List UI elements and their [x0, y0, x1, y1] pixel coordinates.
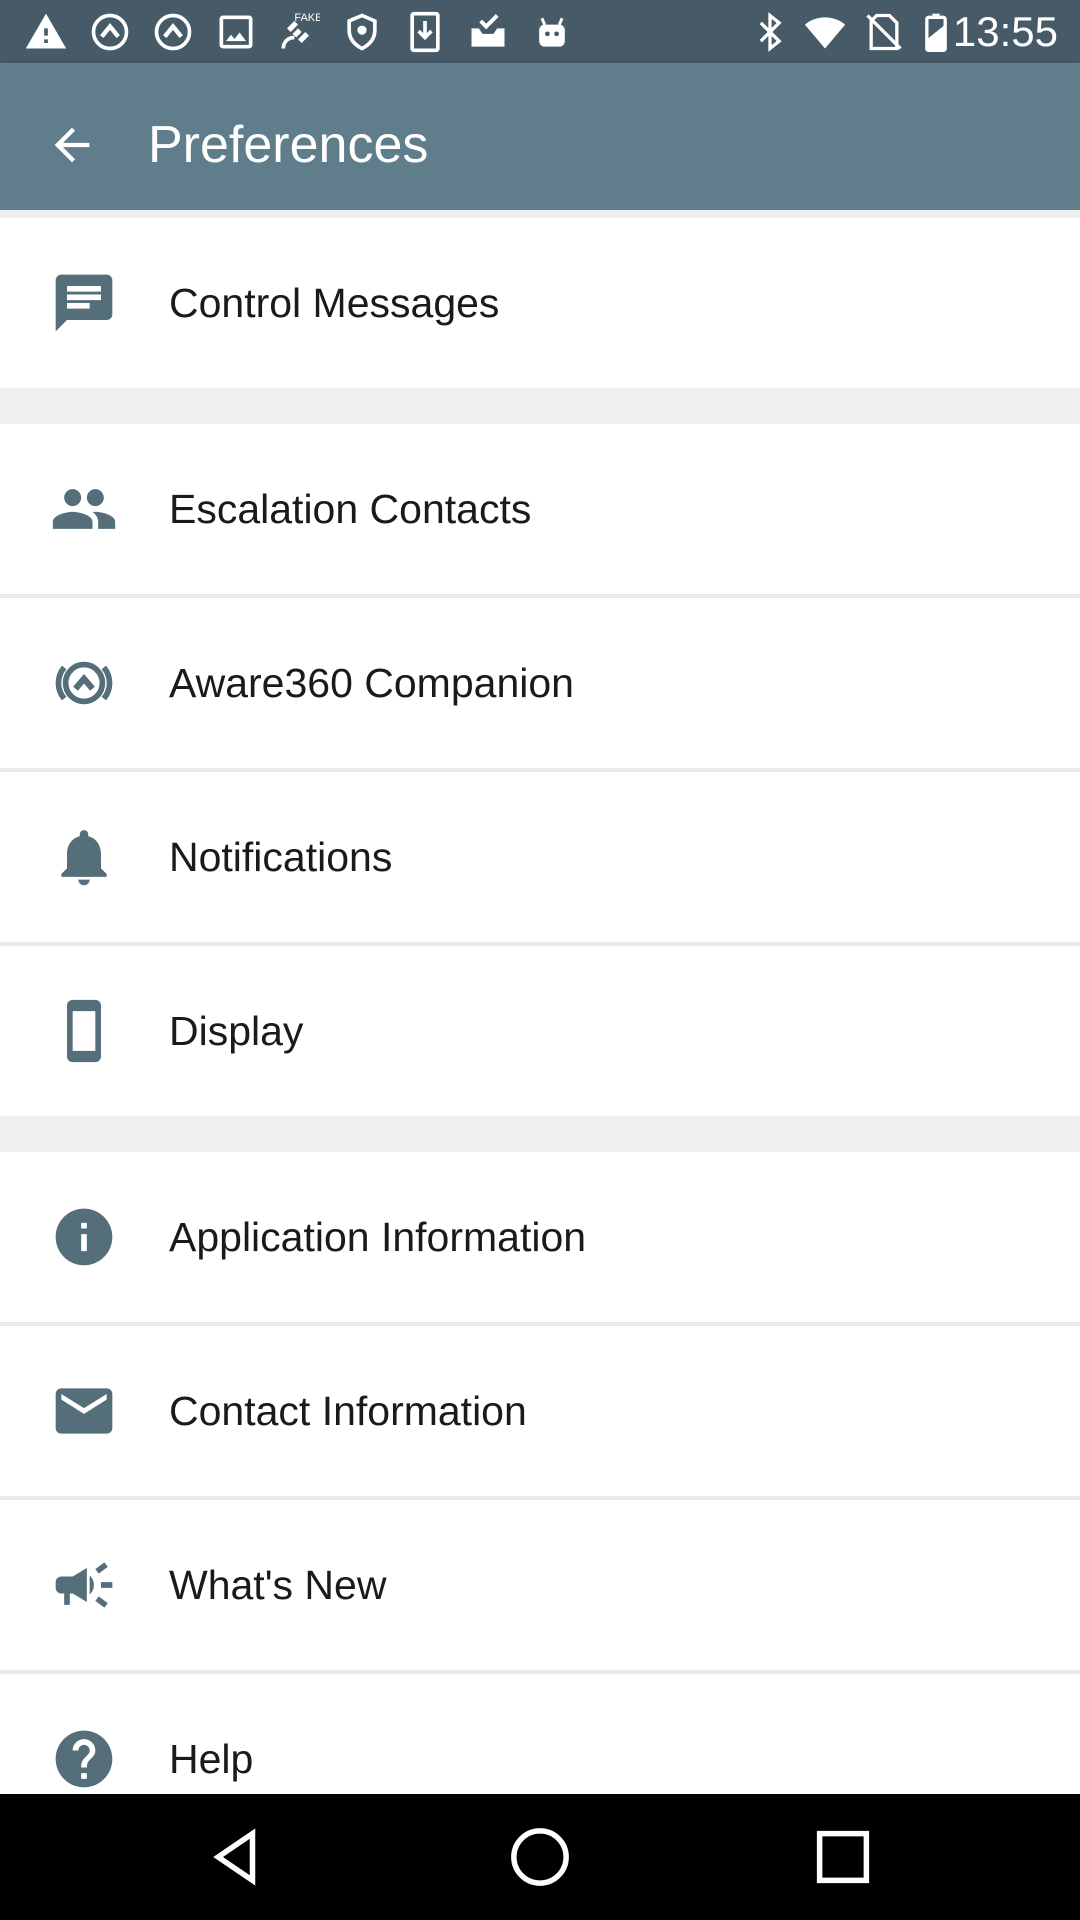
warning-icon	[24, 10, 68, 54]
nav-back-button[interactable]	[203, 1824, 269, 1890]
megaphone-icon	[50, 1551, 118, 1619]
image-icon	[214, 10, 258, 54]
app-bar: Preferences	[0, 63, 1080, 210]
phone-icon	[50, 997, 118, 1065]
shield-icon	[340, 10, 384, 54]
page-title: Preferences	[148, 116, 429, 174]
help-icon	[50, 1725, 118, 1793]
square-recents-icon	[816, 1830, 870, 1884]
menu-item-escalation-contacts[interactable]: Escalation Contacts	[0, 424, 1080, 594]
bluetooth-icon	[748, 10, 792, 54]
divider	[0, 210, 1080, 218]
info-icon	[50, 1203, 118, 1271]
inbox-check-icon	[466, 10, 510, 54]
svg-text:FAKE: FAKE	[294, 12, 320, 24]
status-bar: FAKE 13:55	[0, 0, 1080, 63]
menu-item-label: Contact Information	[169, 1387, 527, 1434]
section-gap	[0, 1116, 1080, 1152]
aware-icon	[151, 10, 195, 54]
menu-item-label: Aware360 Companion	[169, 659, 574, 706]
menu-item-whats-new[interactable]: What's New	[0, 1500, 1080, 1670]
section-gap	[0, 388, 1080, 424]
menu-item-label: Display	[169, 1007, 304, 1054]
menu-item-label: Help	[169, 1735, 254, 1782]
wifi-icon	[803, 10, 847, 54]
aware-icon	[88, 10, 132, 54]
circle-home-icon	[511, 1828, 569, 1886]
nav-recents-button[interactable]	[810, 1824, 876, 1890]
menu-item-application-information[interactable]: Application Information	[0, 1152, 1080, 1322]
menu-item-aware360-companion[interactable]: Aware360 Companion	[0, 598, 1080, 768]
triangle-back-icon	[213, 1828, 256, 1886]
message-icon	[50, 269, 118, 337]
back-button[interactable]	[30, 103, 114, 187]
fake-gps-icon: FAKE	[276, 10, 320, 54]
menu-item-label: Application Information	[169, 1213, 587, 1260]
download-icon	[403, 10, 447, 54]
nav-home-button[interactable]	[507, 1824, 573, 1890]
menu-item-control-messages[interactable]: Control Messages	[0, 218, 1080, 388]
email-icon	[50, 1377, 118, 1445]
people-icon	[50, 475, 118, 543]
menu-item-label: Control Messages	[169, 279, 500, 326]
navigation-bar	[0, 1794, 1080, 1920]
menu-item-notifications[interactable]: Notifications	[0, 772, 1080, 942]
menu-item-label: Notifications	[169, 833, 393, 880]
menu-item-display[interactable]: Display	[0, 946, 1080, 1116]
status-time: 13:55	[952, 8, 1058, 55]
aware360-icon	[50, 649, 118, 717]
no-sim-icon	[862, 10, 906, 54]
menu-item-label: Escalation Contacts	[169, 485, 532, 532]
preferences-list: Control Messages Escalation Contacts Awa…	[0, 210, 1080, 1844]
menu-item-contact-information[interactable]: Contact Information	[0, 1326, 1080, 1496]
battery-icon	[914, 10, 958, 54]
bell-icon	[50, 823, 118, 891]
android-icon	[530, 10, 574, 54]
arrow-back-icon	[54, 127, 90, 163]
menu-item-label: What's New	[169, 1561, 387, 1608]
